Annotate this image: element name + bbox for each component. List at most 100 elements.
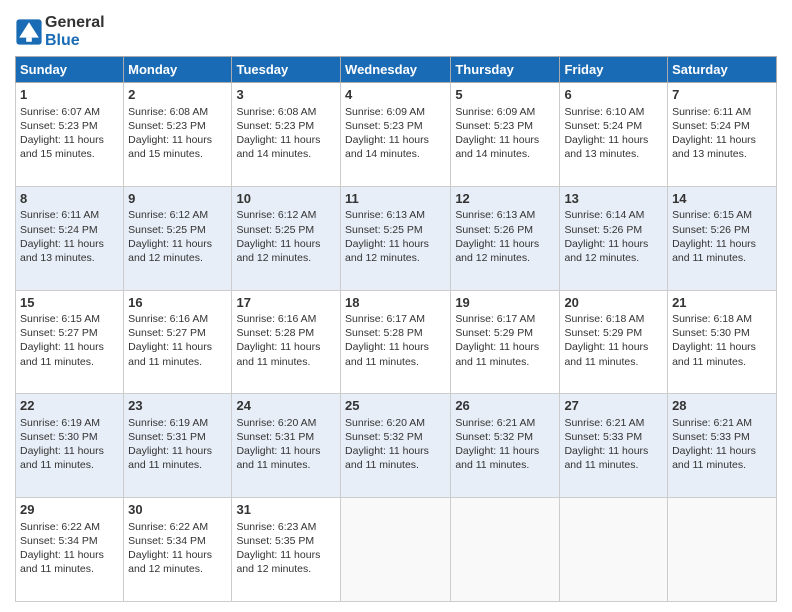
day-info: Sunset: 5:34 PM [128,534,227,548]
day-info: Sunrise: 6:13 AM [455,208,555,222]
day-info: Sunset: 5:23 PM [455,119,555,133]
day-info: Daylight: 11 hours [128,548,227,562]
day-info: Daylight: 11 hours [128,133,227,147]
calendar-cell: 4Sunrise: 6:09 AMSunset: 5:23 PMDaylight… [341,83,451,187]
page: General Blue SundayMondayTuesdayWednesda… [0,0,792,612]
day-info: Sunrise: 6:21 AM [672,416,772,430]
day-info: Daylight: 11 hours [345,133,446,147]
day-info: Sunrise: 6:22 AM [20,520,119,534]
day-info: and 11 minutes. [20,355,119,369]
day-info: Sunset: 5:27 PM [128,326,227,340]
calendar-cell: 1Sunrise: 6:07 AMSunset: 5:23 PMDaylight… [16,83,124,187]
day-number: 10 [236,190,336,208]
day-info: Sunrise: 6:21 AM [455,416,555,430]
day-info: Sunrise: 6:17 AM [455,312,555,326]
day-number: 13 [564,190,663,208]
day-info: and 12 minutes. [128,562,227,576]
day-info: Daylight: 11 hours [345,444,446,458]
day-info: Daylight: 11 hours [455,237,555,251]
day-info: Daylight: 11 hours [236,237,336,251]
day-number: 17 [236,294,336,312]
col-header-saturday: Saturday [668,57,777,83]
day-info: Sunset: 5:26 PM [672,223,772,237]
day-info: Daylight: 11 hours [672,237,772,251]
day-info: and 12 minutes. [455,251,555,265]
calendar-cell: 9Sunrise: 6:12 AMSunset: 5:25 PMDaylight… [124,186,232,290]
day-info: Daylight: 11 hours [236,548,336,562]
day-info: Sunset: 5:23 PM [128,119,227,133]
calendar-cell: 23Sunrise: 6:19 AMSunset: 5:31 PMDayligh… [124,394,232,498]
day-number: 28 [672,397,772,415]
col-header-wednesday: Wednesday [341,57,451,83]
day-info: and 11 minutes. [455,458,555,472]
day-number: 19 [455,294,555,312]
calendar-cell: 25Sunrise: 6:20 AMSunset: 5:32 PMDayligh… [341,394,451,498]
calendar-cell: 24Sunrise: 6:20 AMSunset: 5:31 PMDayligh… [232,394,341,498]
day-info: Sunset: 5:33 PM [672,430,772,444]
day-info: Daylight: 11 hours [564,133,663,147]
calendar-cell: 22Sunrise: 6:19 AMSunset: 5:30 PMDayligh… [16,394,124,498]
day-info: and 13 minutes. [20,251,119,265]
calendar-cell: 26Sunrise: 6:21 AMSunset: 5:32 PMDayligh… [451,394,560,498]
day-number: 18 [345,294,446,312]
day-number: 4 [345,86,446,104]
day-info: Sunset: 5:32 PM [455,430,555,444]
day-info: and 11 minutes. [236,458,336,472]
calendar-table: SundayMondayTuesdayWednesdayThursdayFrid… [15,56,777,602]
logo-text: General Blue [45,14,105,50]
day-info: Sunrise: 6:11 AM [672,105,772,119]
day-number: 2 [128,86,227,104]
calendar-cell: 14Sunrise: 6:15 AMSunset: 5:26 PMDayligh… [668,186,777,290]
day-info: Sunset: 5:23 PM [20,119,119,133]
day-info: Daylight: 11 hours [455,444,555,458]
calendar-cell: 18Sunrise: 6:17 AMSunset: 5:28 PMDayligh… [341,290,451,394]
day-info: and 14 minutes. [455,147,555,161]
day-info: Sunset: 5:29 PM [455,326,555,340]
day-info: Sunset: 5:28 PM [236,326,336,340]
day-info: Sunset: 5:24 PM [672,119,772,133]
day-info: Sunset: 5:30 PM [672,326,772,340]
week-row-3: 15Sunrise: 6:15 AMSunset: 5:27 PMDayligh… [16,290,777,394]
day-info: Daylight: 11 hours [20,548,119,562]
calendar-cell: 28Sunrise: 6:21 AMSunset: 5:33 PMDayligh… [668,394,777,498]
week-row-4: 22Sunrise: 6:19 AMSunset: 5:30 PMDayligh… [16,394,777,498]
day-info: Sunrise: 6:16 AM [128,312,227,326]
day-info: Sunrise: 6:22 AM [128,520,227,534]
day-info: and 12 minutes. [345,251,446,265]
col-header-friday: Friday [560,57,668,83]
calendar-cell: 7Sunrise: 6:11 AMSunset: 5:24 PMDaylight… [668,83,777,187]
day-info: Daylight: 11 hours [345,237,446,251]
logo: General Blue [15,14,105,50]
day-info: and 12 minutes. [236,251,336,265]
day-info: Daylight: 11 hours [20,444,119,458]
day-info: and 12 minutes. [236,562,336,576]
day-info: Sunrise: 6:09 AM [345,105,446,119]
day-info: and 14 minutes. [345,147,446,161]
day-info: and 12 minutes. [564,251,663,265]
day-info: Daylight: 11 hours [672,340,772,354]
day-number: 25 [345,397,446,415]
day-info: Daylight: 11 hours [20,340,119,354]
day-number: 24 [236,397,336,415]
day-number: 30 [128,501,227,519]
header: General Blue [15,10,777,50]
calendar-cell: 13Sunrise: 6:14 AMSunset: 5:26 PMDayligh… [560,186,668,290]
calendar-cell [560,498,668,602]
day-number: 12 [455,190,555,208]
day-info: Sunrise: 6:10 AM [564,105,663,119]
day-info: Sunset: 5:25 PM [236,223,336,237]
day-info: and 12 minutes. [128,251,227,265]
day-info: Sunrise: 6:17 AM [345,312,446,326]
day-info: Sunrise: 6:23 AM [236,520,336,534]
calendar-cell [668,498,777,602]
day-info: and 11 minutes. [672,251,772,265]
day-number: 20 [564,294,663,312]
calendar-cell: 5Sunrise: 6:09 AMSunset: 5:23 PMDaylight… [451,83,560,187]
day-info: Sunset: 5:25 PM [128,223,227,237]
day-number: 31 [236,501,336,519]
day-number: 1 [20,86,119,104]
day-info: Sunrise: 6:18 AM [672,312,772,326]
col-header-thursday: Thursday [451,57,560,83]
calendar-cell [451,498,560,602]
day-info: Sunset: 5:32 PM [345,430,446,444]
